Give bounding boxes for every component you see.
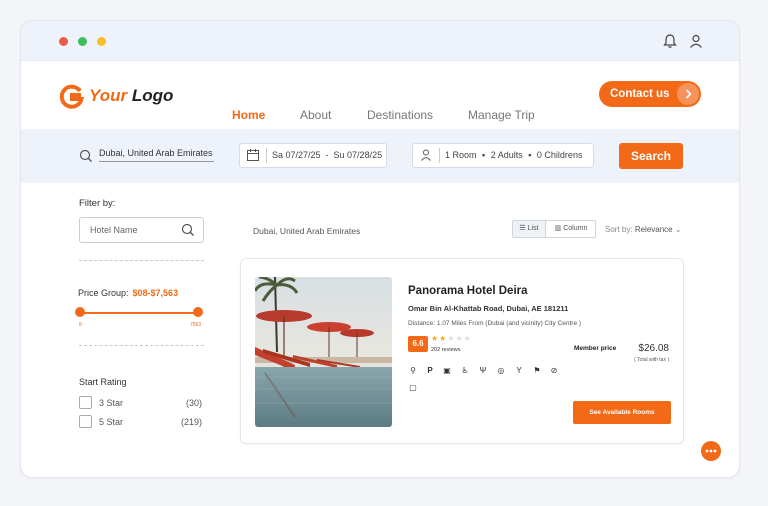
search-icon: [79, 149, 92, 162]
rating-score-badge: 6.6: [408, 336, 428, 352]
chat-icon: [705, 449, 717, 453]
chat-button[interactable]: [701, 441, 721, 461]
list-view-button[interactable]: ☰ List: [513, 221, 546, 237]
minimize-dot[interactable]: [97, 37, 106, 46]
checkbox[interactable]: [79, 396, 92, 409]
rating-count: (219): [180, 417, 202, 427]
close-dot[interactable]: [59, 37, 68, 46]
rating-label: 5 Star: [99, 417, 124, 427]
checkbox[interactable]: [79, 415, 92, 428]
safe-icon: ▢: [409, 383, 417, 392]
restaurant-icon: Ψ: [479, 366, 487, 375]
wifi-icon: ⚲: [410, 366, 416, 375]
price-group-value: $08-$7,563: [132, 288, 179, 298]
search-button[interactable]: Search: [619, 143, 683, 169]
divider: [79, 260, 204, 261]
children-count: 0 Childrens: [536, 150, 583, 160]
browser-window: Your Logo Home About Destinations Manage…: [20, 20, 740, 478]
laundry-icon: ◎: [497, 366, 505, 375]
bar-icon: Y: [516, 366, 522, 375]
rating-label: 3 Star: [99, 398, 124, 408]
see-available-rooms-button[interactable]: See Available Rooms: [573, 401, 671, 424]
nav-home[interactable]: Home: [232, 108, 265, 122]
hotel-address: Omar Bin Al-Khattab Road, Dubai, AE 1812…: [408, 304, 569, 313]
location-field[interactable]: Dubai, United Arab Emirates: [77, 145, 217, 165]
no-smoking-icon: ⊘: [550, 366, 558, 375]
star-icon: ★: [447, 334, 456, 343]
hotel-image[interactable]: [255, 277, 392, 427]
person-icon: [421, 149, 431, 161]
contact-us-label: Contact us: [610, 88, 670, 100]
filter-title: Filter by:: [79, 198, 116, 209]
view-toggle: ☰ List ▥ Column: [512, 220, 596, 238]
price-group-label: Price Group: $08-$7,563: [78, 288, 179, 298]
hotel-price: $26.08: [638, 343, 669, 354]
nav-about[interactable]: About: [300, 108, 331, 122]
rating-option-5-star[interactable]: 5 Star (219): [79, 415, 204, 429]
parking-icon: P: [427, 366, 433, 375]
logo-text: Your Logo: [89, 86, 174, 105]
star-rating: ★★★★★: [431, 334, 472, 343]
user-icon[interactable]: [687, 32, 705, 50]
star-rating-title: Start Rating: [79, 377, 127, 387]
bullet-separator: •: [482, 150, 486, 160]
nav-manage-trip[interactable]: Manage Trip: [468, 108, 535, 122]
adults-count: 2 Adults: [490, 150, 523, 160]
logo[interactable]: Your Logo: [59, 81, 173, 111]
hotel-name-input[interactable]: Hotel Name: [79, 217, 204, 243]
bullet-separator: •: [528, 150, 532, 160]
star-icon: ★: [455, 334, 464, 343]
rating-count: (30): [185, 398, 202, 408]
chevron-right-icon: [677, 83, 699, 105]
price-slider-max-handle[interactable]: [193, 307, 203, 317]
guests-field[interactable]: 1 Room • 2 Adults • 0 Childrens: [412, 143, 594, 168]
bell-icon[interactable]: [661, 32, 679, 50]
tv-icon: ▣: [443, 366, 451, 375]
divider: [439, 148, 440, 163]
rating-option-3-star[interactable]: 3 Star (30): [79, 396, 204, 410]
hotel-card[interactable]: Panorama Hotel Deira Omar Bin Al-Khattab…: [240, 258, 684, 444]
price-tax-note: ( Total with tax ): [634, 357, 669, 363]
sort-dropdown[interactable]: Sort by: Relevance ⌄: [605, 225, 682, 234]
review-count: 202 reviews: [431, 347, 461, 353]
contact-us-button[interactable]: Contact us: [599, 81, 701, 107]
date-range-field[interactable]: Sa 07/27/25 - Su 07/28/25: [239, 143, 387, 168]
star-icon: ★: [463, 334, 472, 343]
chevron-down-icon: ⌄: [674, 225, 682, 234]
member-price-label: Member price: [574, 345, 617, 352]
divider: [266, 148, 267, 163]
window-titlebar: [21, 21, 739, 61]
star-icon: ★: [431, 334, 440, 343]
price-slider-track[interactable]: [80, 312, 198, 314]
hotel-distance: Distance: 1.07 Miles From (Dubai (and vi…: [408, 320, 582, 327]
hotel-name-placeholder: Hotel Name: [90, 225, 138, 235]
search-icon: [181, 223, 194, 236]
amenities-list: ⚲ P ▣ ♿ Ψ ◎ Y ⚑ ⊘ ▢: [408, 366, 568, 396]
logo-icon: [59, 84, 85, 109]
date-range-value: Sa 07/27/25 - Su 07/28/25: [272, 150, 383, 160]
location-value: Dubai, United Arab Emirates: [99, 148, 214, 162]
top-navigation: Your Logo Home About Destinations Manage…: [21, 61, 739, 129]
sort-value: Relevance: [634, 225, 673, 234]
hotel-name[interactable]: Panorama Hotel Deira: [408, 285, 528, 297]
search-bar: Dubai, United Arab Emirates Sa 07/27/25 …: [21, 129, 739, 183]
divider: [79, 345, 204, 346]
accessible-icon: ♿: [461, 366, 469, 375]
slider-min-label: 8: [79, 322, 82, 328]
pet-icon: ⚑: [533, 366, 541, 375]
maximize-dot[interactable]: [78, 37, 87, 46]
room-count: 1 Room: [445, 150, 477, 160]
nav-destinations[interactable]: Destinations: [367, 108, 433, 122]
price-slider-min-handle[interactable]: [75, 307, 85, 317]
results-location: Dubai, United Arab Emirates: [253, 226, 361, 236]
guests-value: 1 Room • 2 Adults • 0 Childrens: [445, 144, 582, 167]
column-view-button[interactable]: ▥ Column: [547, 221, 595, 237]
slider-max-label: 7563: [190, 322, 202, 328]
calendar-icon: [247, 149, 259, 161]
